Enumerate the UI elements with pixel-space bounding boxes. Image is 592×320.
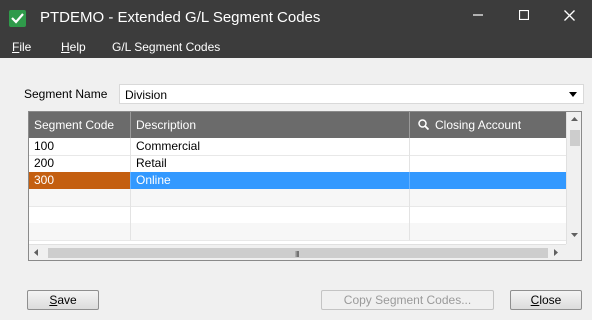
table-row[interactable]: 100 Commercial <box>29 138 566 156</box>
scroll-right-arrow-icon[interactable] <box>554 249 558 256</box>
cell-segment-code[interactable] <box>29 189 131 206</box>
segment-codes-grid[interactable]: Segment Code Description Closing Account… <box>28 111 582 261</box>
close-window-button[interactable] <box>546 0 592 30</box>
menu-file[interactable]: File <box>12 40 31 54</box>
chevron-down-icon <box>569 92 577 97</box>
table-row-selected[interactable]: 300 Online <box>29 172 566 190</box>
cell-description[interactable]: Retail <box>131 155 410 172</box>
cell-closing-account[interactable] <box>410 138 566 155</box>
cell-closing-account[interactable] <box>410 189 566 206</box>
menu-help-mnemonic: H <box>61 40 70 54</box>
window-title: PTDEMO - Extended G/L Segment Codes <box>40 9 321 26</box>
scroll-left-arrow-icon[interactable] <box>34 249 38 256</box>
scroll-down-arrow-icon[interactable] <box>571 233 578 237</box>
cell-description[interactable]: Commercial <box>131 138 410 155</box>
menu-help[interactable]: Help <box>61 40 86 54</box>
maximize-icon <box>519 10 529 20</box>
menu-gl-segment-codes[interactable]: G/L Segment Codes <box>112 40 220 54</box>
app-icon[interactable] <box>9 10 26 27</box>
vertical-scrollbar[interactable] <box>566 112 581 244</box>
horizontal-scrollbar[interactable]: III <box>29 244 566 260</box>
segment-name-dropdown[interactable]: Division <box>119 84 584 104</box>
cell-description[interactable]: Online <box>131 172 410 189</box>
cell-closing-account[interactable] <box>410 155 566 172</box>
scroll-grip: III <box>295 250 300 259</box>
scrollbar-corner <box>566 244 581 260</box>
segment-name-label: Segment Name <box>24 87 108 101</box>
menu-file-label: ile <box>19 40 32 54</box>
menu-bar: File Help G/L Segment Codes <box>0 37 592 58</box>
horizontal-scroll-thumb[interactable]: III <box>48 248 548 259</box>
table-row-empty[interactable] <box>29 189 566 207</box>
cell-segment-code[interactable] <box>29 223 131 240</box>
copy-segment-codes-button[interactable]: Copy Segment Codes... <box>321 290 494 310</box>
segment-name-value: Division <box>125 88 168 102</box>
save-label: ave <box>57 293 77 307</box>
column-header-segment-code[interactable]: Segment Code <box>29 112 131 138</box>
column-header-closing-account-label: Closing Account <box>435 118 522 132</box>
minimize-icon <box>473 14 483 16</box>
cell-closing-account[interactable] <box>410 223 566 240</box>
grid-header: Segment Code Description Closing Account <box>29 112 566 138</box>
close-button[interactable]: Close <box>510 290 582 310</box>
search-icon[interactable] <box>418 119 429 131</box>
close-icon <box>563 9 575 21</box>
maximize-button[interactable] <box>501 0 547 30</box>
scroll-up-arrow-icon[interactable] <box>571 117 578 121</box>
table-row[interactable]: 200 Retail <box>29 155 566 173</box>
cell-segment-code[interactable] <box>29 206 131 223</box>
close-label: lose <box>539 293 562 307</box>
table-row-empty[interactable] <box>29 206 566 224</box>
app-window: PTDEMO - Extended G/L Segment Codes File… <box>0 0 592 320</box>
minimize-button[interactable] <box>455 0 501 30</box>
table-row-empty[interactable] <box>29 223 566 241</box>
cell-segment-code[interactable]: 100 <box>29 138 131 155</box>
cell-description[interactable] <box>131 223 410 240</box>
cell-description[interactable] <box>131 206 410 223</box>
menu-help-label: elp <box>69 40 86 54</box>
column-header-closing-account[interactable]: Closing Account <box>410 112 566 138</box>
title-bar: PTDEMO - Extended G/L Segment Codes <box>0 0 592 37</box>
cell-segment-code[interactable]: 300 <box>29 172 131 189</box>
cell-closing-account[interactable] <box>410 172 566 189</box>
cell-description[interactable] <box>131 189 410 206</box>
cell-closing-account[interactable] <box>410 206 566 223</box>
cell-segment-code[interactable]: 200 <box>29 155 131 172</box>
vertical-scroll-thumb[interactable] <box>570 130 580 146</box>
column-header-description[interactable]: Description <box>131 112 410 138</box>
save-button[interactable]: Save <box>27 290 99 310</box>
